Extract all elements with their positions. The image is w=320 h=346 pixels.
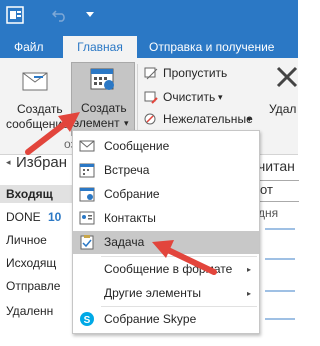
arrow-to-new-items — [25, 112, 80, 155]
annotation-arrows — [25, 112, 217, 275]
arrow-to-task — [152, 240, 217, 275]
